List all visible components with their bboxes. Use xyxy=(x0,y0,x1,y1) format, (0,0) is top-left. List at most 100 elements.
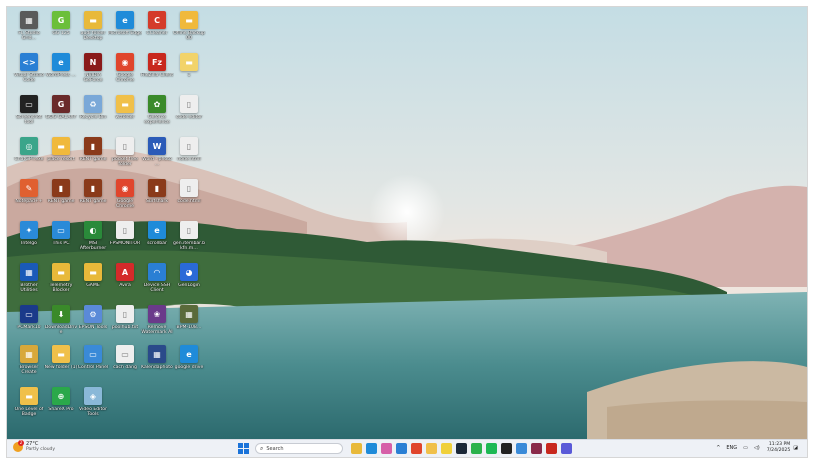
app-icon: e xyxy=(52,53,70,71)
file-explorer-icon[interactable] xyxy=(351,443,362,454)
desktop-icon[interactable]: ✦ Intelgo xyxy=(13,221,45,261)
desktop-icon[interactable]: Fz FileZilla Client xyxy=(141,53,173,93)
desktop-icon[interactable]: ▬ Telemetry Blocker xyxy=(45,263,77,303)
app-icon: ▦ xyxy=(180,305,198,323)
weather-icon: 2 xyxy=(13,439,24,452)
tray-chevron-icon[interactable]: ^ xyxy=(716,445,720,451)
desktop-icon[interactable]: ◐ MSI Afterburner xyxy=(77,221,109,261)
desktop-icon[interactable]: ▭ cach dang xyxy=(109,345,141,385)
desktop-icon[interactable]: ⬇ DownloadDrive xyxy=(45,305,77,345)
desktop-icon-label: Browser Create xyxy=(19,365,39,376)
weather-condition: Partly cloudy xyxy=(26,447,56,452)
sticky-icon[interactable] xyxy=(441,443,452,454)
desktop-icon[interactable]: A Avira xyxy=(109,263,141,303)
desktop-icon[interactable]: C CCleaner xyxy=(141,11,173,51)
desktop-icon[interactable]: G GOG GALAXY xyxy=(45,95,77,135)
whatsapp-icon[interactable] xyxy=(471,443,482,454)
app-icon[interactable] xyxy=(516,443,527,454)
desktop-icon[interactable]: ▭ This PC xyxy=(45,221,77,261)
desktop-icon[interactable]: ◉ Google Chrome xyxy=(109,53,141,93)
desktop-icon[interactable]: ▬ New folder (1) xyxy=(45,345,77,385)
desktop-icon[interactable]: ✎ Notepad++ xyxy=(13,179,45,219)
notification-icon[interactable]: ◪ xyxy=(793,445,798,451)
language-indicator[interactable]: ENG xyxy=(726,445,737,451)
desktop-icon[interactable]: ▬ wtfolder xyxy=(109,95,141,135)
weather-widget[interactable]: 2 27°C Partly cloudy xyxy=(13,439,56,452)
desktop-icon[interactable]: ▬ Ofline Backup 00 xyxy=(173,11,205,51)
app-icon: ◈ xyxy=(84,387,102,405)
desktop-icon[interactable]: ◕ GenLogin xyxy=(173,263,205,303)
desktop-icon[interactable]: ▬ place resort xyxy=(45,137,77,177)
desktop-icon[interactable]: ✿ Geforce experience xyxy=(141,95,173,135)
app-icon: ▯ xyxy=(116,305,134,323)
desktop-icon[interactable]: ▮ RENT game xyxy=(45,179,77,219)
spotify-icon[interactable] xyxy=(486,443,497,454)
taskbar-search[interactable]: ⌕ Search xyxy=(255,443,343,454)
desktop-icon[interactable]: <> Visual Studio Code xyxy=(13,53,45,93)
teams-icon[interactable] xyxy=(561,443,572,454)
desktop-icon[interactable]: ▬ One Level of Badge xyxy=(13,387,45,427)
desktop-icon[interactable]: ▯ poolhub.txt xyxy=(109,305,141,345)
desktop-icon[interactable]: ▬ GAME xyxy=(77,263,109,303)
winrar-icon[interactable] xyxy=(531,443,542,454)
desktop-icon[interactable]: W Word - photo … xyxy=(141,137,173,177)
desktop-icon-label: RENT game xyxy=(47,199,75,204)
network-icon[interactable]: ▭ xyxy=(743,445,748,451)
volume-icon[interactable]: ◁) xyxy=(754,445,760,451)
desktop-icon[interactable]: ▮ RENT game xyxy=(77,137,109,177)
app-icon: ▦ xyxy=(20,263,38,281)
desktop-icon[interactable]: ◠ Device SSH Client xyxy=(141,263,173,303)
desktop-icon[interactable]: ▯ code editor xyxy=(173,95,205,135)
desktop-icon[interactable]: e scrollbar xyxy=(141,221,173,261)
capcut-icon[interactable] xyxy=(501,443,512,454)
steam-icon[interactable] xyxy=(456,443,467,454)
desktop-icon[interactable]: ▯ FPSMONITOR xyxy=(109,221,141,261)
desktop-icon[interactable]: ♻ Recycle Bin xyxy=(77,95,109,135)
desktop-icon[interactable]: N NVIDIA GeForce xyxy=(77,53,109,93)
desktop-icon[interactable]: ▭ Screenshot tool xyxy=(13,95,45,135)
app-icon: e xyxy=(180,345,198,363)
chrome-icon[interactable] xyxy=(411,443,422,454)
store-icon[interactable] xyxy=(396,443,407,454)
clock[interactable]: 11:23 PM 7/24/2025 xyxy=(767,442,791,454)
desktop-icon[interactable]: ◉ Google Chrome xyxy=(109,179,141,219)
desktop-icon[interactable]: ▭ PCMark10 xyxy=(13,305,45,345)
desktop-icon[interactable]: ▯ gen.itembar.bkfn.m… xyxy=(173,221,205,261)
start-button[interactable] xyxy=(238,443,249,454)
app-icon: ◎ xyxy=(20,137,38,155)
desktop-icon-label: MSI Afterburner xyxy=(79,241,107,252)
desktop-icon[interactable]: ▦ BPM-108… xyxy=(173,305,205,345)
desktop-icon-label: RENT game xyxy=(79,199,107,204)
desktop-icon[interactable]: ▮ RENT game xyxy=(77,179,109,219)
desktop-icon-label: GAME xyxy=(86,283,100,288)
app-icon: ◕ xyxy=(180,263,198,281)
desktop-icon[interactable]: ▦ Kalendaphoto xyxy=(141,345,173,385)
desktop-icon-label: Word - photo … xyxy=(142,157,172,168)
desktop-icon[interactable]: ⊕ ShareX Pro xyxy=(45,387,77,427)
desktop-icon[interactable]: ◎ ChatGPT.exe xyxy=(13,137,45,177)
desktop-icon[interactable]: ▯ node.html xyxy=(173,137,205,177)
desktop-icon[interactable]: e WordPress … xyxy=(45,53,77,93)
desktop-icon-label: ChatGPT.exe xyxy=(14,157,44,162)
filezilla-icon[interactable] xyxy=(546,443,557,454)
desktop-icon[interactable]: e google drive xyxy=(173,345,205,385)
app-icon: ⚙ xyxy=(84,305,102,323)
desktop-icon[interactable]: ❀ Remove Watermark AI xyxy=(141,305,173,345)
desktop-icon[interactable]: ▮ Surfshark xyxy=(141,179,173,219)
desktop-icon[interactable]: ▯ pocket free folder xyxy=(109,137,141,177)
copilot-icon[interactable] xyxy=(381,443,392,454)
desktop-icon[interactable]: ▦ FL Studio Grid… xyxy=(13,11,45,51)
edge-icon[interactable] xyxy=(366,443,377,454)
desktop-icon[interactable]: ▦ Brother Utilities xyxy=(13,263,45,303)
desktop-icon[interactable]: ▯ code.html xyxy=(173,179,205,219)
desktop-icon[interactable]: ⚙ EPSON Tools xyxy=(77,305,109,345)
desktop-icon[interactable]: e Microsoft Edge xyxy=(108,11,142,51)
desktop-icon[interactable]: ◈ Video Editor Tools xyxy=(77,387,109,427)
notes-icon[interactable] xyxy=(426,443,437,454)
app-icon: e xyxy=(116,11,134,29)
desktop-icon[interactable]: ▭ Control Panel xyxy=(77,345,109,385)
desktop-icon[interactable]: ▬ 1 xyxy=(173,53,205,93)
desktop-icon[interactable]: ▬ audi folder Desktop xyxy=(77,11,109,51)
desktop-icon[interactable]: G GG 125 xyxy=(45,11,77,51)
desktop-icon[interactable]: ▦ Browser Create xyxy=(13,345,45,385)
